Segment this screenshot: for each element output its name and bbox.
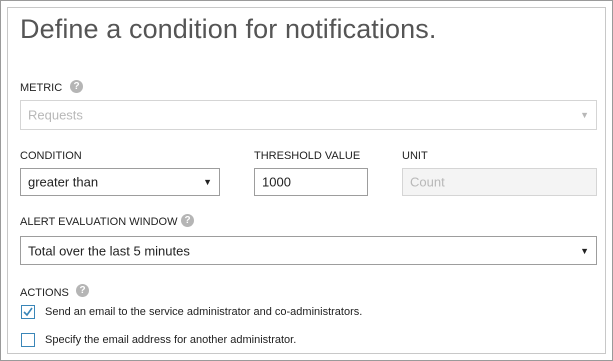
threshold-label: THRESHOLD VALUE bbox=[254, 150, 361, 162]
actions-help-icon[interactable]: ? bbox=[76, 284, 89, 297]
actions-label: ACTIONS bbox=[20, 287, 69, 299]
metric-select-value: Requests bbox=[28, 107, 83, 123]
notification-condition-dialog: Define a condition for notifications. ME… bbox=[0, 0, 613, 361]
window-select[interactable]: Total over the last 5 minutes ▼ bbox=[20, 236, 597, 265]
dialog-panel: Define a condition for notifications. ME… bbox=[7, 7, 606, 354]
threshold-input[interactable]: 1000 bbox=[254, 168, 368, 196]
metric-help-icon[interactable]: ? bbox=[70, 80, 83, 93]
metric-label: METRIC bbox=[20, 82, 63, 94]
checkmark-icon bbox=[23, 307, 33, 317]
unit-field: Count bbox=[402, 168, 597, 196]
condition-select[interactable]: greater than ▼ bbox=[20, 168, 220, 196]
page-title: Define a condition for notifications. bbox=[20, 14, 437, 44]
window-help-icon[interactable]: ? bbox=[181, 214, 194, 227]
condition-select-value: greater than bbox=[28, 174, 99, 190]
condition-label: CONDITION bbox=[20, 150, 82, 162]
chevron-down-icon: ▼ bbox=[580, 245, 589, 256]
threshold-input-value: 1000 bbox=[262, 174, 291, 190]
specify-email-checkbox[interactable] bbox=[21, 333, 35, 347]
chevron-down-icon: ▼ bbox=[580, 110, 589, 120]
window-select-value: Total over the last 5 minutes bbox=[28, 243, 190, 258]
send-email-label[interactable]: Send an email to the service administrat… bbox=[45, 306, 362, 318]
unit-label: UNIT bbox=[402, 150, 428, 162]
window-label: ALERT EVALUATION WINDOW bbox=[20, 216, 178, 228]
metric-select[interactable]: Requests ▼ bbox=[20, 100, 597, 130]
send-email-checkbox[interactable] bbox=[21, 305, 35, 319]
specify-email-label[interactable]: Specify the email address for another ad… bbox=[45, 334, 296, 346]
unit-field-value: Count bbox=[410, 174, 445, 190]
chevron-down-icon: ▼ bbox=[203, 177, 212, 187]
